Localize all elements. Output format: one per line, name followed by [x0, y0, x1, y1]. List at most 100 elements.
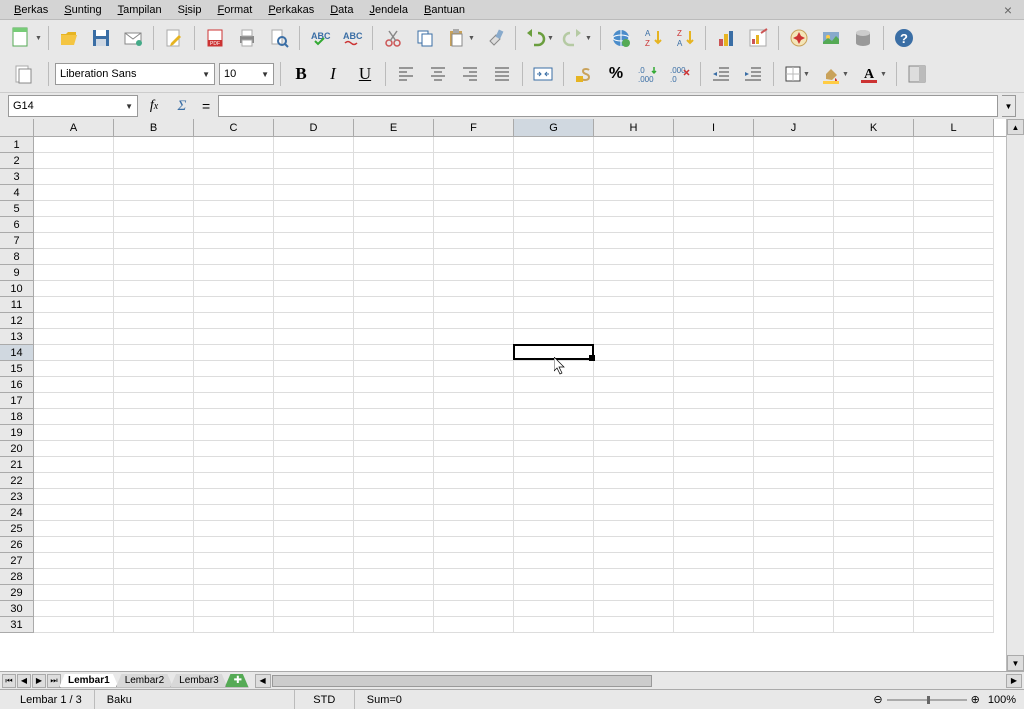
cell-H8[interactable]	[594, 249, 674, 265]
cell-A29[interactable]	[34, 585, 114, 601]
row-header-31[interactable]: 31	[0, 617, 34, 633]
undo-button[interactable]: ▼	[522, 24, 556, 52]
cell-K7[interactable]	[834, 233, 914, 249]
sort-asc-button[interactable]: AZ	[639, 24, 667, 52]
cell-L15[interactable]	[914, 361, 994, 377]
cell-I1[interactable]	[674, 137, 754, 153]
sheet-tab-3[interactable]: Lembar3	[170, 674, 227, 688]
cell-G8[interactable]	[514, 249, 594, 265]
cell-B2[interactable]	[114, 153, 194, 169]
function-wizard-button[interactable]: fx	[142, 95, 166, 117]
cell-K25[interactable]	[834, 521, 914, 537]
menu-format[interactable]: Format	[209, 2, 260, 18]
cell-H12[interactable]	[594, 313, 674, 329]
cell-L10[interactable]	[914, 281, 994, 297]
cell-D16[interactable]	[274, 377, 354, 393]
cell-D19[interactable]	[274, 425, 354, 441]
cell-C2[interactable]	[194, 153, 274, 169]
cell-H13[interactable]	[594, 329, 674, 345]
save-button[interactable]	[87, 24, 115, 52]
cell-L24[interactable]	[914, 505, 994, 521]
cell-G29[interactable]	[514, 585, 594, 601]
cell-E14[interactable]	[354, 345, 434, 361]
menu-perkakas[interactable]: Perkakas	[260, 2, 322, 18]
column-header-F[interactable]: F	[434, 119, 514, 136]
align-justify-button[interactable]	[488, 60, 516, 88]
cell-D20[interactable]	[274, 441, 354, 457]
sheet-tab-2[interactable]: Lembar2	[116, 674, 173, 688]
cell-C24[interactable]	[194, 505, 274, 521]
cell-K26[interactable]	[834, 537, 914, 553]
row-header-18[interactable]: 18	[0, 409, 34, 425]
cell-A11[interactable]	[34, 297, 114, 313]
cell-J15[interactable]	[754, 361, 834, 377]
cell-F14[interactable]	[434, 345, 514, 361]
cell-J27[interactable]	[754, 553, 834, 569]
cell-A13[interactable]	[34, 329, 114, 345]
cell-H5[interactable]	[594, 201, 674, 217]
cell-I4[interactable]	[674, 185, 754, 201]
cell-J30[interactable]	[754, 601, 834, 617]
cell-F21[interactable]	[434, 457, 514, 473]
cell-A9[interactable]	[34, 265, 114, 281]
chart-button[interactable]	[712, 24, 740, 52]
cell-B28[interactable]	[114, 569, 194, 585]
row-header-12[interactable]: 12	[0, 313, 34, 329]
row-header-29[interactable]: 29	[0, 585, 34, 601]
copy-button[interactable]	[411, 24, 439, 52]
cell-I11[interactable]	[674, 297, 754, 313]
styles-button[interactable]	[8, 60, 42, 88]
cell-H20[interactable]	[594, 441, 674, 457]
cell-F1[interactable]	[434, 137, 514, 153]
name-box[interactable]: G14	[8, 95, 138, 117]
cell-E30[interactable]	[354, 601, 434, 617]
cell-K6[interactable]	[834, 217, 914, 233]
indent-increase-button[interactable]	[739, 60, 767, 88]
cell-E11[interactable]	[354, 297, 434, 313]
cell-K30[interactable]	[834, 601, 914, 617]
vertical-scrollbar[interactable]: ▲ ▼	[1006, 119, 1024, 671]
cell-A30[interactable]	[34, 601, 114, 617]
cell-L30[interactable]	[914, 601, 994, 617]
cell-C11[interactable]	[194, 297, 274, 313]
cell-L27[interactable]	[914, 553, 994, 569]
cut-button[interactable]	[379, 24, 407, 52]
cell-G25[interactable]	[514, 521, 594, 537]
cell-A6[interactable]	[34, 217, 114, 233]
underline-button[interactable]: U	[351, 60, 379, 88]
scroll-down-button[interactable]: ▼	[1007, 655, 1024, 671]
cell-D3[interactable]	[274, 169, 354, 185]
cell-J16[interactable]	[754, 377, 834, 393]
cell-F22[interactable]	[434, 473, 514, 489]
cell-B25[interactable]	[114, 521, 194, 537]
cell-B24[interactable]	[114, 505, 194, 521]
cell-B8[interactable]	[114, 249, 194, 265]
cell-D8[interactable]	[274, 249, 354, 265]
column-header-C[interactable]: C	[194, 119, 274, 136]
cell-D15[interactable]	[274, 361, 354, 377]
cell-J14[interactable]	[754, 345, 834, 361]
cell-H11[interactable]	[594, 297, 674, 313]
sheet-tab-add[interactable]: ✚	[225, 674, 249, 688]
cell-C27[interactable]	[194, 553, 274, 569]
cell-I23[interactable]	[674, 489, 754, 505]
cell-B3[interactable]	[114, 169, 194, 185]
cell-I7[interactable]	[674, 233, 754, 249]
cell-K20[interactable]	[834, 441, 914, 457]
cell-D22[interactable]	[274, 473, 354, 489]
row-header-24[interactable]: 24	[0, 505, 34, 521]
cell-H24[interactable]	[594, 505, 674, 521]
cell-G24[interactable]	[514, 505, 594, 521]
cell-D5[interactable]	[274, 201, 354, 217]
cell-G7[interactable]	[514, 233, 594, 249]
cell-I3[interactable]	[674, 169, 754, 185]
cell-D30[interactable]	[274, 601, 354, 617]
cell-H16[interactable]	[594, 377, 674, 393]
cell-K23[interactable]	[834, 489, 914, 505]
cell-H2[interactable]	[594, 153, 674, 169]
cell-J29[interactable]	[754, 585, 834, 601]
cell-E23[interactable]	[354, 489, 434, 505]
percent-button[interactable]: %	[602, 60, 630, 88]
cell-I15[interactable]	[674, 361, 754, 377]
cell-J13[interactable]	[754, 329, 834, 345]
